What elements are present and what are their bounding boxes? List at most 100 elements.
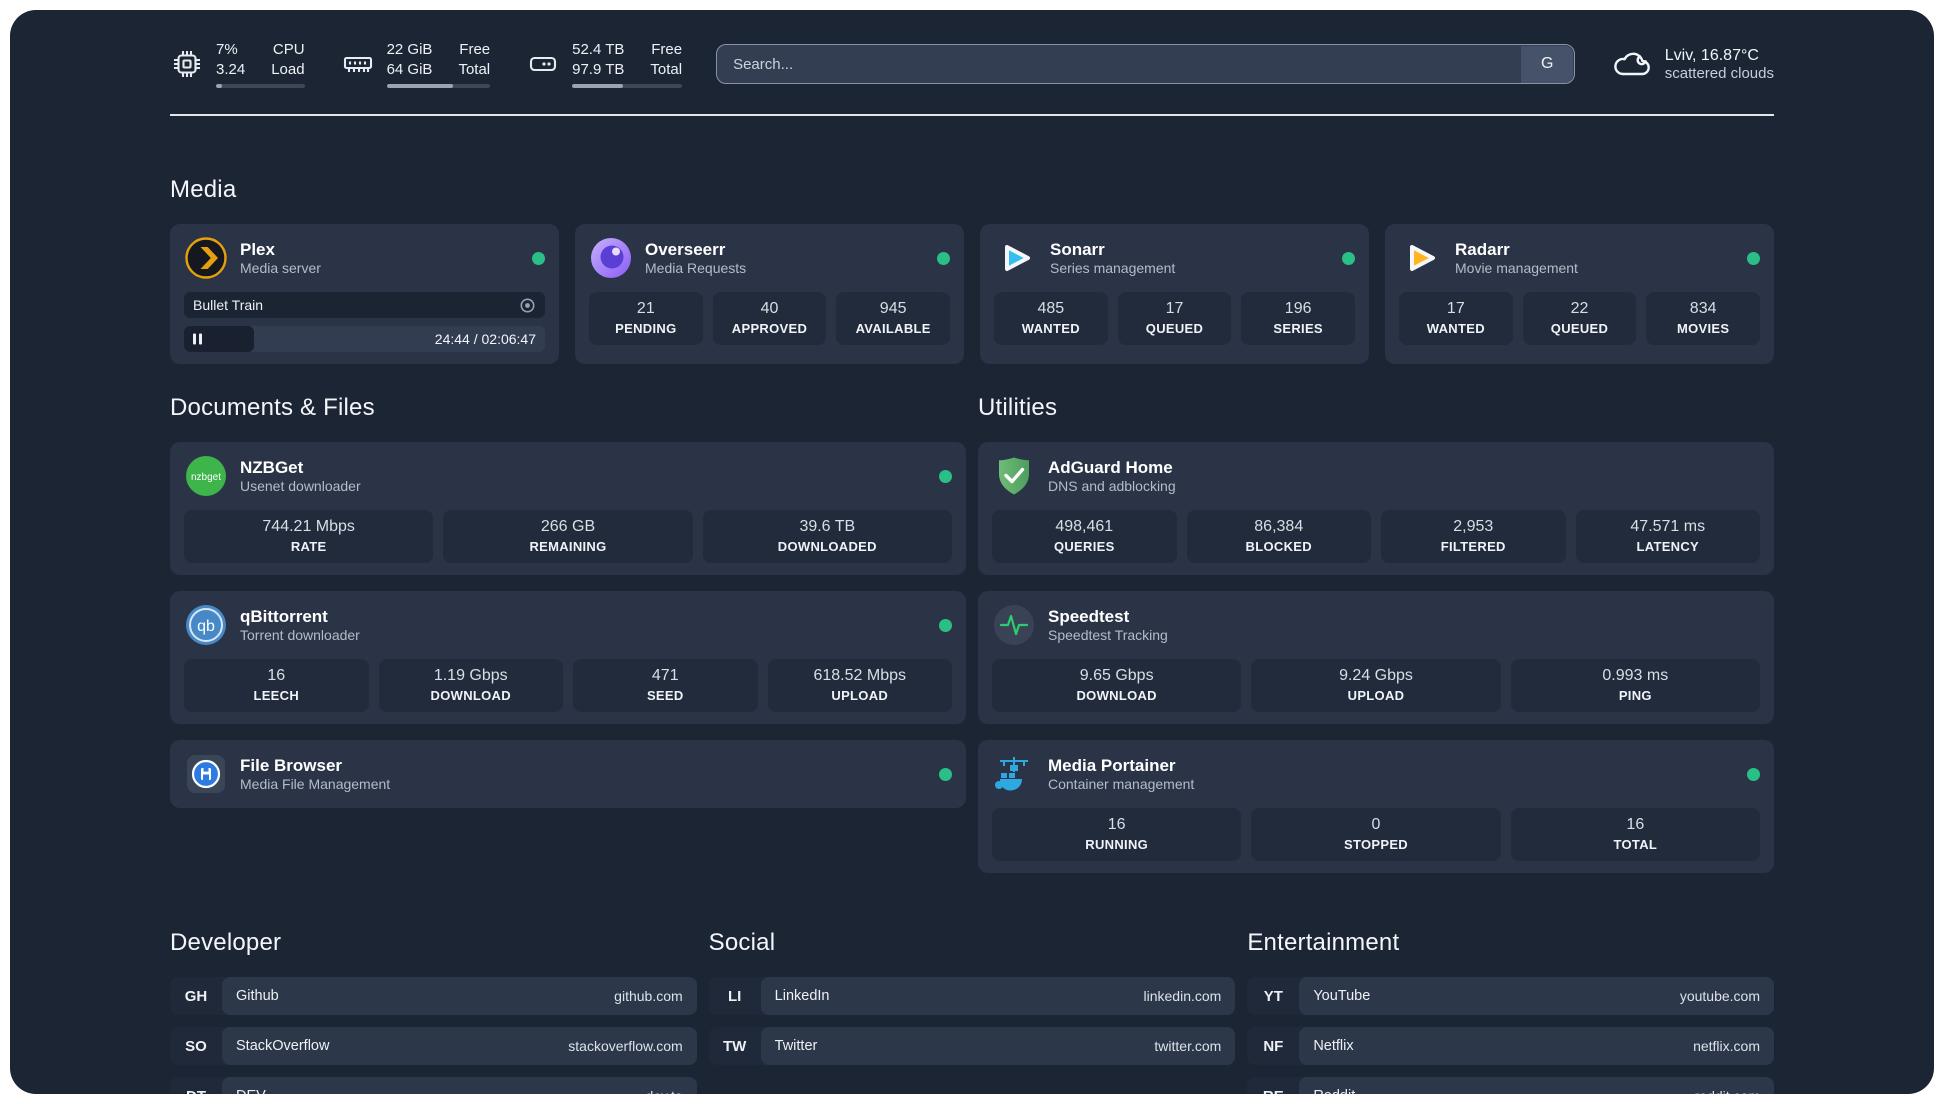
sonarr-icon xyxy=(1005,245,1030,271)
playback-progress-bar: 24:44 / 02:06:47 xyxy=(184,326,545,352)
disk-progress-bar xyxy=(572,84,683,88)
app-card-sonarr[interactable]: Sonarr Series management 485 WANTED 17 Q… xyxy=(980,224,1369,364)
app-card-radarr[interactable]: Radarr Movie management 17 WANTED 22 QUE… xyxy=(1385,224,1774,364)
link-name: Github xyxy=(236,988,279,1004)
stat-value: 16 xyxy=(1107,816,1126,833)
section-title-developer: Developer xyxy=(170,929,282,956)
stat-tile: 0.993 ms PING xyxy=(1510,659,1760,712)
stat-value: 2,953 xyxy=(1453,518,1494,535)
stat-label: TOTAL xyxy=(1613,837,1658,852)
status-dot xyxy=(939,767,952,781)
stat-label: QUEUED xyxy=(1550,321,1609,336)
link-row-reddit[interactable]: RE Reddit reddit.com xyxy=(1247,1077,1774,1094)
target-icon[interactable] xyxy=(519,297,536,314)
stat-label: UPLOAD xyxy=(1347,688,1405,703)
memory-free-value: 22 GiB xyxy=(386,41,433,58)
app-card-filebrowser[interactable]: File Browser Media File Management xyxy=(170,740,966,808)
app-description: DNS and adblocking xyxy=(1048,477,1176,494)
disk-total-value: 97.9 TB xyxy=(572,60,625,78)
stat-label: DOWNLOAD xyxy=(430,688,511,703)
stat-label: RUNNING xyxy=(1085,837,1149,852)
link-name: LinkedIn xyxy=(774,988,830,1004)
link-row-youtube[interactable]: YT YouTube youtube.com xyxy=(1247,977,1774,1015)
stat-tile: 0 STOPPED xyxy=(1251,808,1501,861)
link-abbr: DT xyxy=(170,1077,222,1095)
app-name: Plex xyxy=(240,239,275,259)
app-name: NZBGet xyxy=(240,457,304,477)
stat-tile: 834 MOVIES xyxy=(1646,292,1760,345)
stat-label: WANTED xyxy=(1021,321,1080,336)
link-name: Reddit xyxy=(1313,1088,1355,1094)
stat-label: LEECH xyxy=(253,688,300,703)
stat-label: SEED xyxy=(646,688,684,703)
app-name: AdGuard Home xyxy=(1048,457,1173,477)
cpu-label: CPU xyxy=(272,41,305,58)
link-row-linkedin[interactable]: LI LinkedIn linkedin.com xyxy=(708,977,1236,1015)
section-title-documents: Documents & Files xyxy=(170,394,375,421)
cloud-icon xyxy=(1613,52,1650,76)
stat-value: 945 xyxy=(879,300,907,317)
stat-tile: 40 APPROVED xyxy=(712,292,827,345)
status-dot xyxy=(939,618,952,632)
app-card-overseerr[interactable]: Overseerr Media Requests 21 PENDING 40 A… xyxy=(575,224,964,364)
radarr-icon xyxy=(1410,245,1435,271)
stat-value: 498,461 xyxy=(1055,518,1114,535)
filebrowser-icon xyxy=(187,755,225,793)
app-name: Speedtest xyxy=(1048,606,1130,626)
link-name: StackOverflow xyxy=(236,1038,330,1054)
app-name: Radarr xyxy=(1455,239,1510,259)
app-card-adguard[interactable]: AdGuard Home DNS and adblocking 498,461 … xyxy=(978,442,1774,575)
stat-value: 1.19 Gbps xyxy=(433,667,508,684)
link-abbr: RE xyxy=(1247,1077,1299,1095)
stat-tile: 86,384 BLOCKED xyxy=(1186,510,1371,563)
stat-label: UPLOAD xyxy=(831,688,889,703)
stat-value: 39.6 TB xyxy=(799,518,856,535)
memory-total-value: 64 GiB xyxy=(386,60,433,78)
stat-label: LATENCY xyxy=(1636,539,1700,554)
link-abbr: NF xyxy=(1263,1037,1284,1055)
memory-progress-bar xyxy=(386,84,491,88)
app-card-speedtest[interactable]: Speedtest Speedtest Tracking 9.65 Gbps D… xyxy=(978,591,1774,724)
app-card-qbittorrent[interactable]: qb qBittorrent Torrent downloader 16 LEE… xyxy=(170,591,966,724)
header: 7% 3.24 CPU Load 22 GiB 64 GiB Free Tota… xyxy=(170,40,1774,88)
link-name: Twitter xyxy=(774,1038,818,1054)
dashboard-panel: 7% 3.24 CPU Load 22 GiB 64 GiB Free Tota… xyxy=(10,10,1934,1094)
link-name: DEV xyxy=(236,1088,266,1094)
link-row-dev[interactable]: DT DEV dev.to xyxy=(170,1077,697,1094)
cpu-icon xyxy=(174,51,200,77)
social-column: Social LI LinkedIn linkedin.com TW Twitt… xyxy=(708,929,1236,1065)
playback-time: 24:44 / 02:06:47 xyxy=(434,331,536,347)
stat-tile: 39.6 TB DOWNLOADED xyxy=(702,510,952,563)
search-engine-label: G xyxy=(1541,55,1554,72)
link-row-stackoverflow[interactable]: SO StackOverflow stackoverflow.com xyxy=(170,1027,697,1065)
qbittorrent-icon: qb xyxy=(186,605,226,645)
status-dot xyxy=(1342,251,1355,265)
search-input[interactable] xyxy=(716,44,1575,84)
link-row-netflix[interactable]: NF Netflix netflix.com xyxy=(1247,1027,1774,1065)
app-card-plex[interactable]: Plex Media server Bullet Train 24:44 / 0 xyxy=(170,224,559,364)
stat-tile: 21 PENDING xyxy=(589,292,703,345)
stat-tile: 16 TOTAL xyxy=(1510,808,1760,861)
search-engine-button[interactable]: G xyxy=(1521,45,1574,83)
entertainment-column: Entertainment YT YouTube youtube.com NF … xyxy=(1247,929,1774,1094)
app-card-nzbget[interactable]: nzbget NZBGet Usenet downloader 744.21 M… xyxy=(170,442,966,575)
stat-value: 266 GB xyxy=(540,518,596,535)
app-card-portainer[interactable]: Media Portainer Container management 16 … xyxy=(978,740,1774,873)
stat-value: 196 xyxy=(1284,300,1312,317)
cpu-usage-value: 7% xyxy=(216,41,238,58)
link-row-github[interactable]: GH Github github.com xyxy=(170,977,697,1015)
cpu-load-label: Load xyxy=(271,60,305,78)
link-abbr: TW xyxy=(722,1037,747,1055)
stat-tile: 17 WANTED xyxy=(1399,292,1513,345)
app-description: Media Requests xyxy=(645,259,747,276)
app-description: Media server xyxy=(240,259,321,276)
pause-button[interactable] xyxy=(193,333,202,345)
stat-tile: 9.24 Gbps UPLOAD xyxy=(1251,659,1501,712)
developer-column: Developer GH Github github.com SO StackO… xyxy=(170,929,697,1094)
stat-value: 21 xyxy=(636,300,655,317)
link-row-twitter[interactable]: TW Twitter twitter.com xyxy=(708,1027,1236,1065)
stat-tile: 485 WANTED xyxy=(994,292,1108,345)
link-url: stackoverflow.com xyxy=(568,1038,683,1054)
stat-tile: 471 SEED xyxy=(573,659,758,712)
stat-tile: 2,953 FILTERED xyxy=(1381,510,1566,563)
